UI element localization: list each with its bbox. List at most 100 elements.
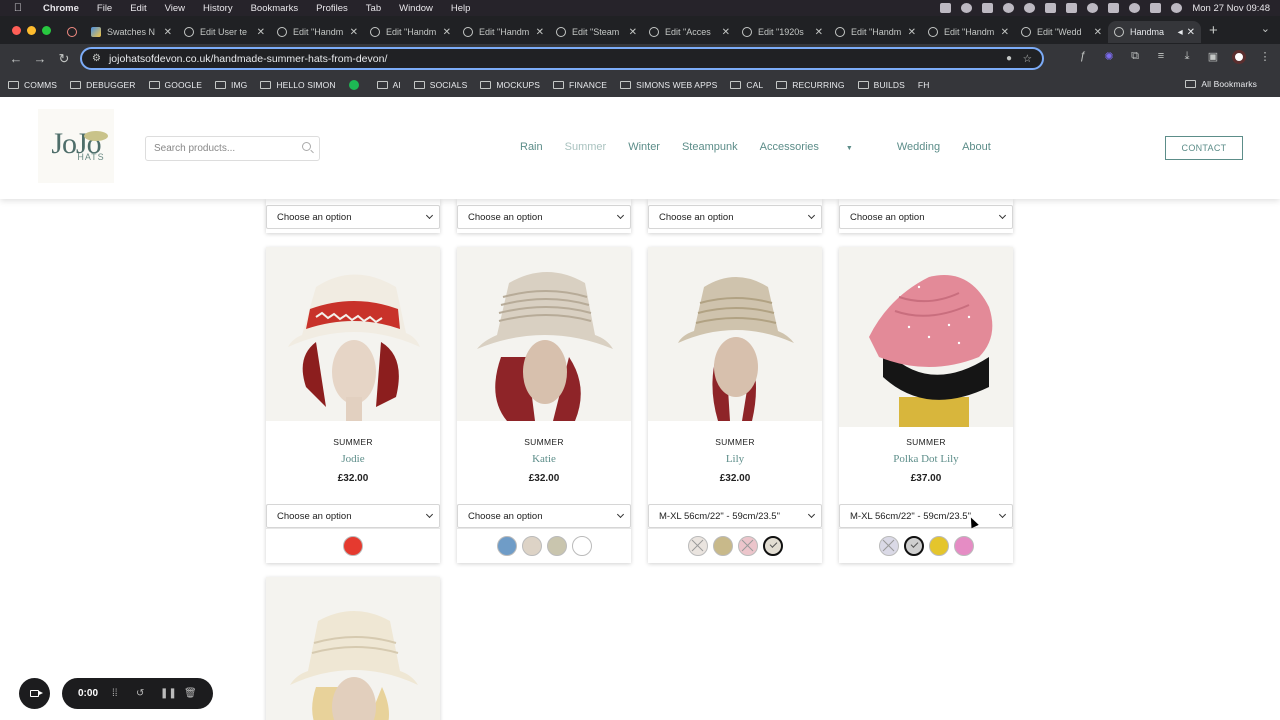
camera-record-button[interactable] <box>19 678 50 709</box>
nav-accessories[interactable]: Accessories ▼ <box>760 141 875 153</box>
side-panel-icon[interactable]: ▣ <box>1206 50 1220 64</box>
bookmark-folder[interactable]: BUILDS <box>857 80 905 90</box>
nav-wedding[interactable]: Wedding <box>897 141 940 153</box>
nav-summer[interactable]: Summer <box>565 141 607 153</box>
download-icon[interactable]: ⤓ <box>1180 50 1194 64</box>
bookmark-folder[interactable]: FINANCE <box>553 80 607 90</box>
bluetooth-icon[interactable] <box>1045 3 1057 13</box>
more-menu-icon[interactable]: ⋮ <box>1258 50 1272 64</box>
close-tab-icon[interactable]: ✕ <box>536 27 544 38</box>
bookmark-folder[interactable]: COMMS <box>8 80 57 90</box>
grid-icon[interactable]: ⁞⁞ <box>112 688 122 699</box>
nav-about[interactable]: About <box>962 141 991 153</box>
menu-window[interactable]: Window <box>390 3 442 14</box>
speaker-icon[interactable]: ◂ <box>1178 27 1183 38</box>
siri-icon[interactable] <box>1171 3 1183 13</box>
bookmark-folder[interactable]: SOCIALS <box>413 80 468 90</box>
tab-3[interactable]: Edit "Handm ✕ <box>364 21 457 43</box>
extension-f-icon[interactable]: ƒ <box>1076 50 1090 64</box>
bookmark-folder[interactable]: AI <box>376 80 401 90</box>
menu-app-name[interactable]: Chrome <box>34 3 88 14</box>
color-swatch[interactable] <box>712 536 733 556</box>
close-tab-icon[interactable]: ✕ <box>722 27 730 38</box>
tab-4[interactable]: Edit "Handm ✕ <box>457 21 550 43</box>
display-icon[interactable] <box>1108 3 1120 13</box>
bookmark-folder[interactable]: SIMONS WEB APPS <box>620 80 717 90</box>
microphone-icon[interactable]: ● <box>1006 53 1012 64</box>
product-name[interactable]: Katie <box>457 453 631 465</box>
microphone-status-icon[interactable] <box>940 3 952 13</box>
search-icon[interactable] <box>302 142 311 151</box>
color-swatch[interactable] <box>546 536 567 556</box>
tab-5[interactable]: Edit "Steam ✕ <box>550 21 643 43</box>
site-info-icon[interactable]: ⚙ <box>92 53 101 64</box>
restart-icon[interactable]: ↺ <box>136 688 146 699</box>
color-swatch[interactable] <box>496 536 517 556</box>
color-swatch[interactable] <box>762 536 783 556</box>
tab-active[interactable]: Handma ◂ ✕ <box>1108 21 1201 43</box>
product-search-input[interactable]: Search products... <box>145 136 320 161</box>
extension-color-icon[interactable]: ✺ <box>1102 50 1116 64</box>
menu-bar-clock[interactable]: Mon 27 Nov 09:48 <box>1192 3 1270 14</box>
product-image[interactable] <box>266 247 440 421</box>
product-image[interactable] <box>648 247 822 421</box>
menu-profiles[interactable]: Profiles <box>307 3 357 14</box>
bookmark-folder[interactable]: CAL <box>730 80 763 90</box>
product-image[interactable] <box>457 247 631 421</box>
bookmark-folder[interactable]: DEBUGGER <box>70 80 135 90</box>
clock-icon[interactable] <box>1024 3 1036 13</box>
close-tab-icon[interactable]: ✕ <box>257 27 265 38</box>
variant-select[interactable]: Choose an option <box>457 504 631 528</box>
menu-view[interactable]: View <box>156 3 194 14</box>
tab-0[interactable]: Swatches N ✕ <box>85 21 178 43</box>
forward-icon[interactable]: → <box>28 51 52 66</box>
menu-help[interactable]: Help <box>442 3 480 14</box>
variant-select[interactable]: M-XL 56cm/22" - 59cm/23.5" <box>648 504 822 528</box>
profile-avatar[interactable] <box>1232 50 1246 64</box>
product-image[interactable] <box>839 247 1013 427</box>
tab-2[interactable]: Edit "Handm ✕ <box>271 21 364 43</box>
close-tab-icon[interactable]: ✕ <box>1001 27 1009 38</box>
tab-recording[interactable] <box>61 21 85 43</box>
menu-file[interactable]: File <box>88 3 121 14</box>
menu-bookmarks[interactable]: Bookmarks <box>242 3 308 14</box>
color-swatch[interactable] <box>571 536 592 556</box>
menu-history[interactable]: History <box>194 3 242 14</box>
close-tab-icon[interactable]: ✕ <box>908 27 916 38</box>
variant-select[interactable]: Choose an option <box>839 205 1013 229</box>
variant-select[interactable]: M-XL 56cm/22" - 59cm/23.5" <box>839 504 1013 528</box>
bookmark-folder[interactable]: RECURRING <box>776 80 845 90</box>
app-a-icon[interactable] <box>982 3 994 13</box>
bookmark-folder[interactable]: MOCKUPS <box>480 80 540 90</box>
nav-rain[interactable]: Rain <box>520 141 543 153</box>
creative-cloud-icon[interactable] <box>961 3 973 13</box>
color-swatch[interactable] <box>521 536 542 556</box>
tab-7[interactable]: Edit "1920s ✕ <box>736 21 829 43</box>
contact-button[interactable]: CONTACT <box>1165 136 1243 160</box>
variant-select[interactable]: Choose an option <box>266 205 440 229</box>
bookmark-star-icon[interactable]: ☆ <box>1023 53 1032 65</box>
all-bookmarks[interactable]: All Bookmarks <box>1185 79 1257 89</box>
play-icon[interactable] <box>1003 3 1015 13</box>
bookmark-folder[interactable]: GOOGLE <box>148 80 202 90</box>
variant-select[interactable]: Choose an option <box>648 205 822 229</box>
tab-8[interactable]: Edit "Handm ✕ <box>829 21 922 43</box>
product-name[interactable]: Jodie <box>266 453 440 465</box>
close-tab-icon[interactable]: ✕ <box>164 27 172 38</box>
product-name[interactable]: Lily <box>648 453 822 465</box>
reload-icon[interactable]: ↻ <box>52 51 76 67</box>
color-swatch[interactable] <box>737 536 758 556</box>
color-swatch[interactable] <box>928 536 949 556</box>
extensions-puzzle-icon[interactable]: ⧉ <box>1128 50 1142 64</box>
variant-select[interactable]: Choose an option <box>457 205 631 229</box>
bookmark-folder[interactable]: HELLO SIMON <box>260 80 335 90</box>
color-swatch[interactable] <box>687 536 708 556</box>
new-tab-icon[interactable]: + <box>1209 22 1218 39</box>
back-icon[interactable]: ← <box>4 51 28 66</box>
wifi-icon[interactable] <box>1066 3 1078 13</box>
menu-tab[interactable]: Tab <box>357 3 390 14</box>
spotlight-search-icon[interactable] <box>1129 3 1141 13</box>
close-window-button[interactable] <box>12 25 21 35</box>
site-logo[interactable]: JoJo HATS <box>38 109 114 183</box>
media-control-icon[interactable]: ≡ <box>1154 50 1168 64</box>
